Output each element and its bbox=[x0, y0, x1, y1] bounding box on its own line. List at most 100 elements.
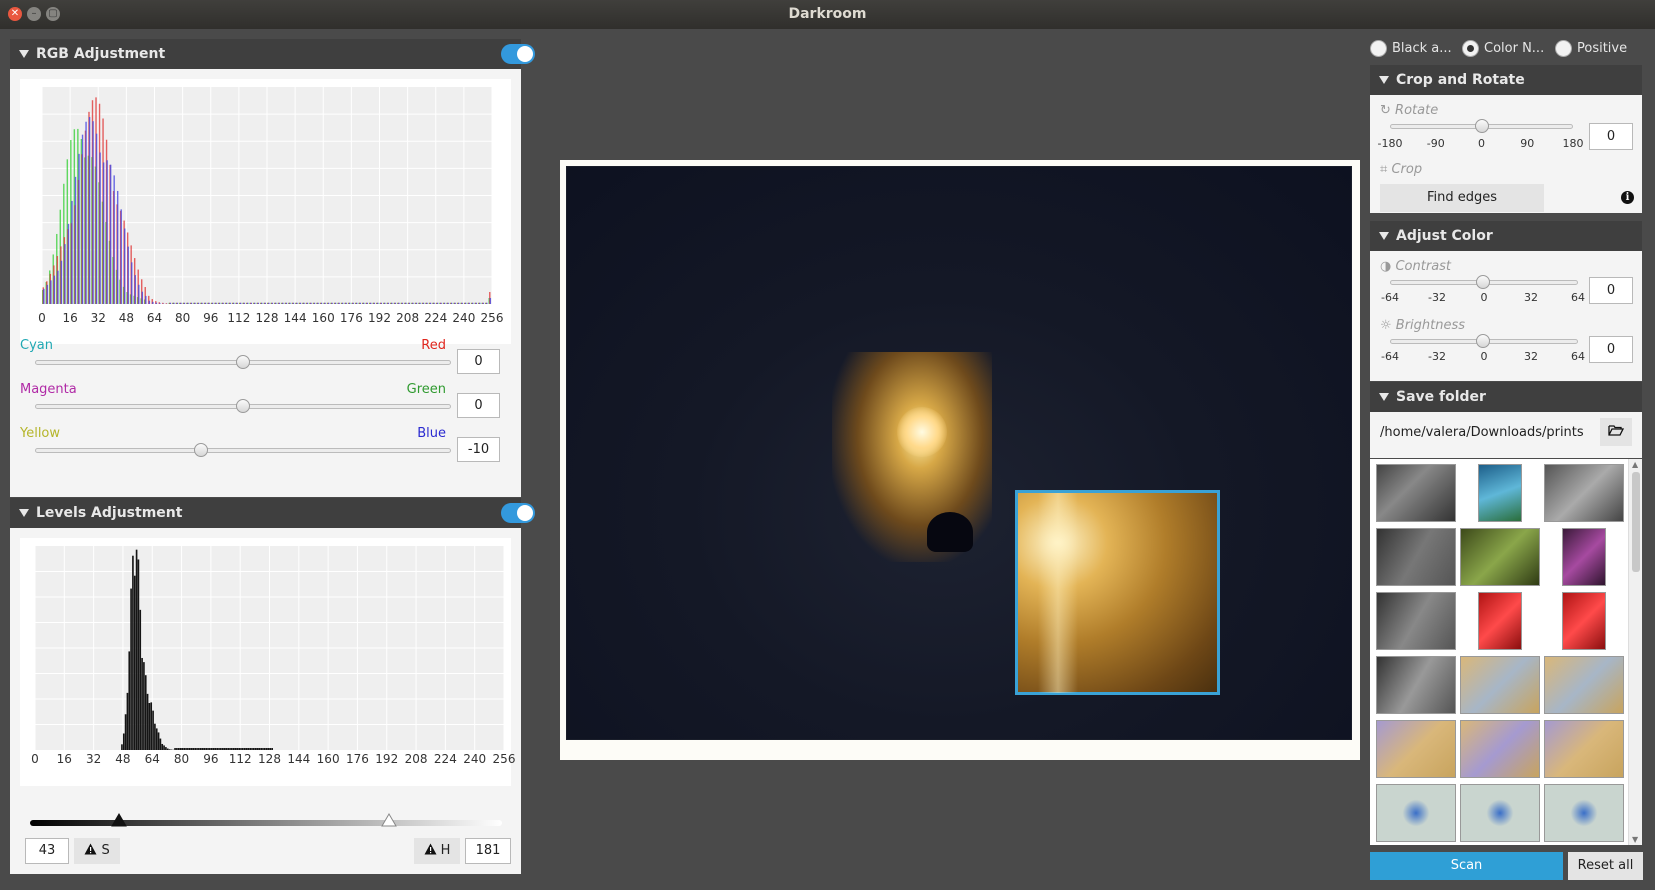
gallery-scroll-thumb[interactable] bbox=[1632, 472, 1640, 572]
histogram-bar bbox=[95, 133, 98, 304]
histogram-bar bbox=[124, 228, 126, 304]
histogram-bar bbox=[359, 302, 361, 304]
scan-thumbnail[interactable] bbox=[1460, 528, 1540, 586]
scan-thumbnail[interactable] bbox=[1376, 464, 1456, 522]
adjust-color-header[interactable]: Adjust Color bbox=[1370, 221, 1642, 251]
slider-tick-label: -180 bbox=[1377, 137, 1403, 150]
scan-thumbnail[interactable] bbox=[1544, 720, 1624, 778]
brightness-value-input[interactable]: 0 bbox=[1589, 336, 1633, 363]
scan-thumbnail[interactable] bbox=[1460, 784, 1540, 842]
shadow-level-input[interactable]: 43 bbox=[25, 838, 69, 864]
scroll-down-icon[interactable]: ▼ bbox=[1632, 835, 1638, 844]
histogram-bar bbox=[60, 260, 63, 304]
highlight-level-input[interactable]: 181 bbox=[465, 838, 511, 864]
scan-thumbnail[interactable] bbox=[1544, 784, 1624, 842]
histogram-bar bbox=[271, 748, 273, 750]
histogram-bar bbox=[113, 175, 115, 304]
scan-thumbnail[interactable] bbox=[1478, 464, 1522, 522]
scan-thumbnail[interactable] bbox=[1544, 656, 1624, 714]
slider-tick-label: 64 bbox=[1571, 350, 1585, 363]
scan-preview-frame[interactable] bbox=[560, 160, 1360, 760]
levels-adjustment-header[interactable]: Levels Adjustment bbox=[10, 498, 535, 528]
highlight-clipping-button[interactable]: H bbox=[414, 838, 460, 864]
histogram-bar bbox=[271, 302, 274, 304]
shadow-clipping-button[interactable]: S bbox=[74, 838, 120, 864]
histogram-bar bbox=[419, 302, 421, 304]
rgb-adjustment-header[interactable]: RGB Adjustment bbox=[10, 39, 535, 69]
scan-thumbnail[interactable] bbox=[1376, 528, 1456, 586]
scan-thumbnail[interactable] bbox=[1460, 656, 1540, 714]
scan-thumbnail[interactable] bbox=[1562, 592, 1606, 650]
scan-thumbnail[interactable] bbox=[1562, 528, 1606, 586]
scroll-up-icon[interactable]: ▲ bbox=[1632, 460, 1638, 469]
histogram-bar bbox=[349, 302, 351, 304]
brightness-label: Brightness bbox=[1395, 318, 1466, 333]
crop-rotate-header[interactable]: Crop and Rotate bbox=[1370, 65, 1642, 95]
warning-icon bbox=[424, 843, 437, 855]
info-icon[interactable]: i bbox=[1621, 191, 1634, 204]
histogram-bar bbox=[187, 748, 189, 750]
histogram-tick-label: 48 bbox=[118, 311, 135, 325]
channel-slider-thumb[interactable] bbox=[236, 399, 250, 413]
channel-value-input[interactable]: 0 bbox=[457, 349, 500, 374]
histogram-bar bbox=[384, 302, 386, 304]
contrast-value-input[interactable]: 0 bbox=[1589, 277, 1633, 304]
histogram-bar bbox=[122, 733, 125, 750]
scan-thumbnail[interactable] bbox=[1376, 720, 1456, 778]
shadow-clipping-label: S bbox=[101, 843, 110, 858]
brightness-slider-thumb[interactable] bbox=[1476, 334, 1490, 348]
highlight-level-handle[interactable] bbox=[381, 813, 397, 827]
contrast-slider-thumb[interactable] bbox=[1476, 275, 1490, 289]
histogram-bar bbox=[258, 748, 261, 750]
channel-slider-thumb[interactable] bbox=[236, 355, 250, 369]
histogram-bar bbox=[303, 302, 305, 304]
channel-slider-thumb[interactable] bbox=[194, 443, 209, 457]
folder-open-icon bbox=[1608, 425, 1625, 436]
film-mode-radio[interactable]: Color N... bbox=[1462, 40, 1552, 58]
channel-value-input[interactable]: 0 bbox=[457, 393, 500, 418]
scan-thumbnail[interactable] bbox=[1544, 464, 1624, 522]
histogram-tick-label: 96 bbox=[203, 311, 219, 325]
shadow-level-handle[interactable] bbox=[111, 813, 127, 827]
reset-all-button[interactable]: Reset all bbox=[1568, 852, 1643, 880]
histogram-tick-label: 16 bbox=[62, 311, 78, 325]
channel-slider-track[interactable] bbox=[35, 448, 451, 453]
save-folder-header[interactable]: Save folder bbox=[1370, 382, 1642, 412]
scan-thumbnail[interactable] bbox=[1478, 592, 1522, 650]
rotate-slider-thumb[interactable] bbox=[1475, 119, 1489, 133]
browse-folder-button[interactable] bbox=[1600, 418, 1632, 446]
find-edges-button[interactable]: Find edges bbox=[1380, 184, 1544, 212]
rotate-value-input[interactable]: 0 bbox=[1589, 123, 1633, 150]
histogram-bar bbox=[130, 588, 132, 750]
film-mode-radio[interactable]: Positive bbox=[1555, 40, 1645, 58]
rgb-adjustment-toggle[interactable] bbox=[501, 44, 535, 64]
histogram-tick-label: 144 bbox=[287, 752, 311, 766]
scan-thumbnail[interactable] bbox=[1376, 656, 1456, 714]
histogram-bar bbox=[163, 745, 165, 750]
radio-dot[interactable] bbox=[1462, 40, 1479, 57]
gallery-scrollbar[interactable]: ▲ ▼ bbox=[1628, 459, 1642, 845]
title-bar: ✕ – ▢ Darkroom bbox=[0, 0, 1655, 29]
histogram-tick-label: 128 bbox=[255, 311, 279, 325]
histogram-bar bbox=[199, 748, 202, 750]
histogram-bar bbox=[236, 302, 238, 304]
radio-dot[interactable] bbox=[1555, 40, 1572, 57]
scan-thumbnail[interactable] bbox=[1376, 784, 1456, 842]
film-mode-radio[interactable]: Black a... bbox=[1370, 40, 1460, 58]
levels-adjustment-toggle[interactable] bbox=[501, 503, 535, 523]
histogram-bar bbox=[261, 302, 263, 304]
histogram-bar bbox=[236, 748, 239, 750]
histogram-bar bbox=[220, 748, 222, 750]
scan-thumbnail[interactable] bbox=[1460, 720, 1540, 778]
histogram-bar bbox=[225, 748, 228, 750]
histogram-bar bbox=[394, 302, 397, 304]
channel-value-input[interactable]: -10 bbox=[457, 437, 500, 462]
levels-gradient-track[interactable] bbox=[30, 820, 502, 826]
histogram-tick-label: 0 bbox=[38, 311, 46, 325]
crop-rotate-panel: ↻ Rotate -180 -90 0 90 180 0 ⌗ Crop Find edg… bbox=[1370, 95, 1642, 213]
collapse-triangle-icon bbox=[1379, 393, 1389, 401]
histogram-bar bbox=[214, 748, 217, 750]
scan-thumbnail[interactable] bbox=[1376, 592, 1456, 650]
scan-button[interactable]: Scan bbox=[1370, 852, 1563, 880]
radio-dot[interactable] bbox=[1370, 40, 1387, 57]
